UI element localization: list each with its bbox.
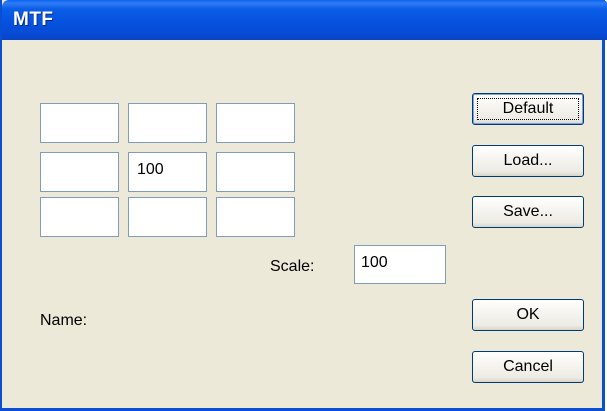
ok-button[interactable]: OK [472,299,584,331]
name-label: Name: [40,312,88,329]
load-button-label: Load... [503,152,553,169]
matrix-cell-r1c2[interactable] [128,103,207,143]
mtf-dialog: MTF 100 Scale: 100 Name: Default Load...… [0,0,607,411]
load-button[interactable]: Load... [472,145,584,177]
title-bar[interactable]: MTF [2,0,607,40]
save-button[interactable]: Save... [472,196,584,228]
matrix-cell-r2c3[interactable] [216,152,295,192]
ok-button-label: OK [516,306,540,323]
default-button-label: Default [502,100,554,117]
default-button[interactable]: Default [472,93,584,125]
window-title: MTF [13,9,54,30]
matrix-cell-r1c3[interactable] [216,103,295,143]
matrix-cell-r3c3[interactable] [216,197,295,237]
scale-input[interactable]: 100 [354,245,446,284]
scale-label: Scale: [270,258,315,275]
save-button-label: Save... [503,203,553,220]
matrix-cell-r3c1[interactable] [40,197,119,237]
matrix-cell-r3c2[interactable] [128,197,207,237]
cancel-button[interactable]: Cancel [472,351,584,383]
matrix-cell-r1c1[interactable] [40,103,119,143]
matrix-cell-r2c1[interactable] [40,152,119,192]
matrix-cell-r2c2[interactable]: 100 [128,152,207,192]
cancel-button-label: Cancel [503,358,553,375]
